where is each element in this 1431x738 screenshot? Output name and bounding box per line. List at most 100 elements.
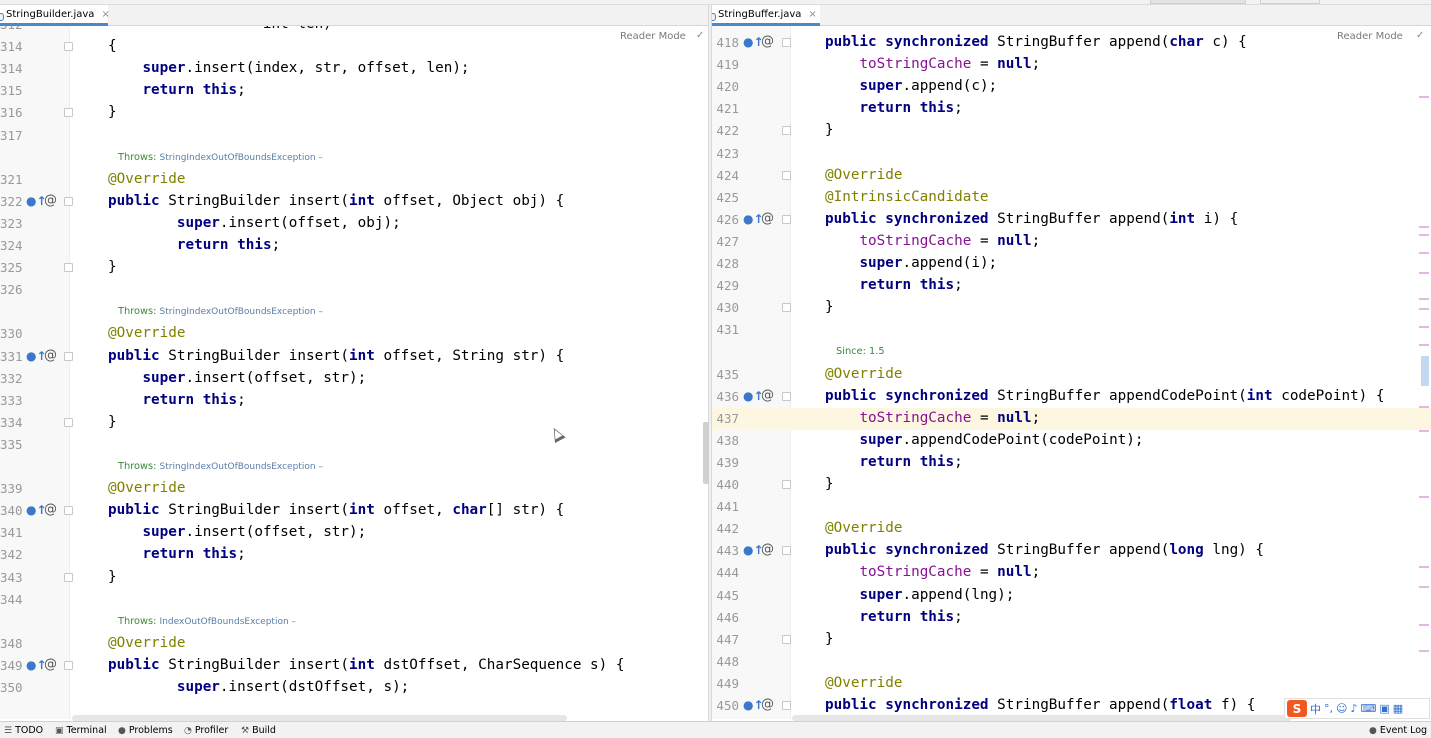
- line-number[interactable]: 439: [715, 455, 739, 470]
- punctuation-icon[interactable]: °,: [1324, 702, 1333, 715]
- line-number[interactable]: 425: [715, 190, 739, 205]
- close-icon[interactable]: ×: [101, 9, 109, 20]
- javadoc-render[interactable]: Throws: StringIndexOutOfBoundsException …: [0, 456, 708, 478]
- line-number[interactable]: 438: [715, 433, 739, 448]
- reader-mode-link[interactable]: Reader Mode: [620, 31, 686, 42]
- fold-toggle-icon[interactable]: [64, 263, 73, 273]
- annotation-icon[interactable]: @: [44, 657, 57, 672]
- line-number[interactable]: 420: [715, 79, 739, 94]
- code-line[interactable]: 340 ●↑ @ public StringBuilder insert(int of…: [0, 500, 708, 522]
- code-line[interactable]: 438 super.appendCodePoint(codePoint);: [712, 430, 1431, 452]
- annotation-icon[interactable]: @: [44, 348, 57, 363]
- line-number[interactable]: 326: [0, 282, 23, 297]
- code-line[interactable]: 315 return this;: [0, 80, 708, 102]
- line-number[interactable]: 448: [715, 654, 739, 669]
- code-line[interactable]: 423: [712, 143, 1431, 165]
- code-line[interactable]: 350 super.insert(dstOffset, s);: [0, 677, 708, 699]
- fold-toggle-icon[interactable]: [64, 196, 73, 206]
- code-line[interactable]: 429 return this;: [712, 275, 1431, 297]
- code-line[interactable]: 442 @Override: [712, 518, 1431, 540]
- code-line[interactable]: 447}: [712, 629, 1431, 651]
- build-tool-button[interactable]: ⚒ Build: [241, 725, 276, 736]
- code-line[interactable]: 323 super.insert(offset, obj);: [0, 213, 708, 235]
- stripe-mark[interactable]: [1419, 96, 1429, 98]
- code-line[interactable]: 339 @Override: [0, 478, 708, 500]
- code-line[interactable]: 342 return this;: [0, 544, 708, 566]
- code-line[interactable]: 325}: [0, 257, 708, 279]
- annotation-icon[interactable]: @: [44, 193, 57, 208]
- fold-toggle-icon[interactable]: [782, 303, 791, 313]
- fold-toggle-icon[interactable]: [782, 214, 791, 224]
- code-line[interactable]: 437 toStringCache = null;: [712, 407, 1431, 430]
- fold-toggle-icon[interactable]: [64, 417, 73, 427]
- code-line[interactable]: 425 @IntrinsicCandidate: [712, 187, 1431, 209]
- line-number[interactable]: 429: [715, 278, 739, 293]
- stripe-mark[interactable]: [1419, 234, 1429, 236]
- fold-toggle-icon[interactable]: [782, 126, 791, 136]
- line-number[interactable]: 331: [0, 349, 23, 364]
- code-line[interactable]: 349 ●↑ @ public StringBuilder insert(int ds…: [0, 655, 708, 677]
- javadoc-render[interactable]: Throws: StringIndexOutOfBoundsException …: [0, 301, 708, 323]
- annotation-icon[interactable]: @: [44, 503, 57, 517]
- line-number[interactable]: 322: [0, 194, 23, 209]
- code-line[interactable]: 324 return this;: [0, 235, 708, 257]
- stripe-mark[interactable]: [1419, 326, 1429, 328]
- line-number[interactable]: 316: [0, 105, 23, 120]
- fold-toggle-icon[interactable]: [782, 38, 791, 47]
- line-number[interactable]: 445: [715, 588, 739, 603]
- fold-toggle-icon[interactable]: [782, 170, 791, 180]
- toolbox-icon[interactable]: ▦: [1393, 702, 1403, 715]
- line-number[interactable]: 431: [715, 322, 739, 337]
- keyboard-icon[interactable]: ⌨: [1361, 702, 1377, 715]
- line-number[interactable]: 342: [0, 547, 23, 562]
- line-number[interactable]: 427: [715, 234, 739, 249]
- javadoc-exception-link[interactable]: StringIndexOutOfBoundsException –: [160, 153, 323, 163]
- stripe-mark[interactable]: [1419, 624, 1429, 626]
- stripe-mark[interactable]: [1419, 344, 1429, 346]
- code-line[interactable]: 430}: [712, 297, 1431, 319]
- line-number[interactable]: 332: [0, 371, 23, 386]
- code-line[interactable]: 436 ●↑ @ public synchronized StringBuffer a…: [712, 386, 1431, 408]
- stripe-mark[interactable]: [1419, 308, 1429, 310]
- line-number[interactable]: 440: [715, 477, 739, 492]
- line-number[interactable]: 423: [715, 146, 739, 161]
- emoji-icon[interactable]: ☺: [1336, 702, 1347, 715]
- line-number[interactable]: 325: [0, 260, 23, 275]
- line-number[interactable]: 350: [0, 680, 23, 695]
- line-number[interactable]: 435: [715, 367, 739, 382]
- code-line[interactable]: 344: [0, 589, 708, 611]
- stripe-mark[interactable]: [1419, 226, 1429, 228]
- line-number[interactable]: 450: [715, 698, 739, 713]
- annotation-icon[interactable]: @: [761, 211, 774, 226]
- line-number[interactable]: 334: [0, 415, 23, 430]
- fold-toggle-icon[interactable]: [64, 351, 73, 361]
- line-number[interactable]: 312: [0, 26, 23, 32]
- line-number[interactable]: 419: [715, 57, 739, 72]
- code-line[interactable]: 422}: [712, 120, 1431, 142]
- microphone-icon[interactable]: ♪: [1350, 702, 1357, 715]
- annotation-icon[interactable]: @: [761, 543, 774, 557]
- line-number[interactable]: 428: [715, 256, 739, 271]
- code-line[interactable]: 312 int len): [0, 26, 708, 36]
- fold-toggle-icon[interactable]: [64, 506, 73, 516]
- code-line[interactable]: 314 {: [0, 36, 708, 58]
- stripe-mark[interactable]: [1419, 586, 1429, 588]
- code-line[interactable]: 444 toStringCache = null;: [712, 562, 1431, 584]
- line-number[interactable]: 324: [0, 238, 23, 253]
- stripe-mark[interactable]: [1419, 566, 1429, 568]
- javadoc-render[interactable]: Since: 1.5: [712, 341, 1431, 363]
- scroll-thumb[interactable]: [1421, 356, 1429, 386]
- javadoc-exception-link[interactable]: StringIndexOutOfBoundsException –: [160, 307, 323, 317]
- code-line[interactable]: 341 super.insert(offset, str);: [0, 522, 708, 544]
- tab-stringbuffer-java[interactable]: StringBuffer.java ×: [712, 5, 820, 26]
- line-number[interactable]: 348: [0, 636, 23, 651]
- close-icon[interactable]: ×: [808, 9, 816, 20]
- code-line[interactable]: 426 ●↑ @ public synchronized StringBuffer a…: [712, 209, 1431, 231]
- code-line[interactable]: 316}: [0, 102, 708, 124]
- code-line[interactable]: 431: [712, 319, 1431, 341]
- line-number[interactable]: 317: [0, 128, 23, 143]
- code-line[interactable]: 348 @Override: [0, 633, 708, 655]
- line-number[interactable]: 430: [715, 300, 739, 315]
- stripe-mark[interactable]: [1419, 496, 1429, 498]
- code-line[interactable]: 343}: [0, 567, 708, 589]
